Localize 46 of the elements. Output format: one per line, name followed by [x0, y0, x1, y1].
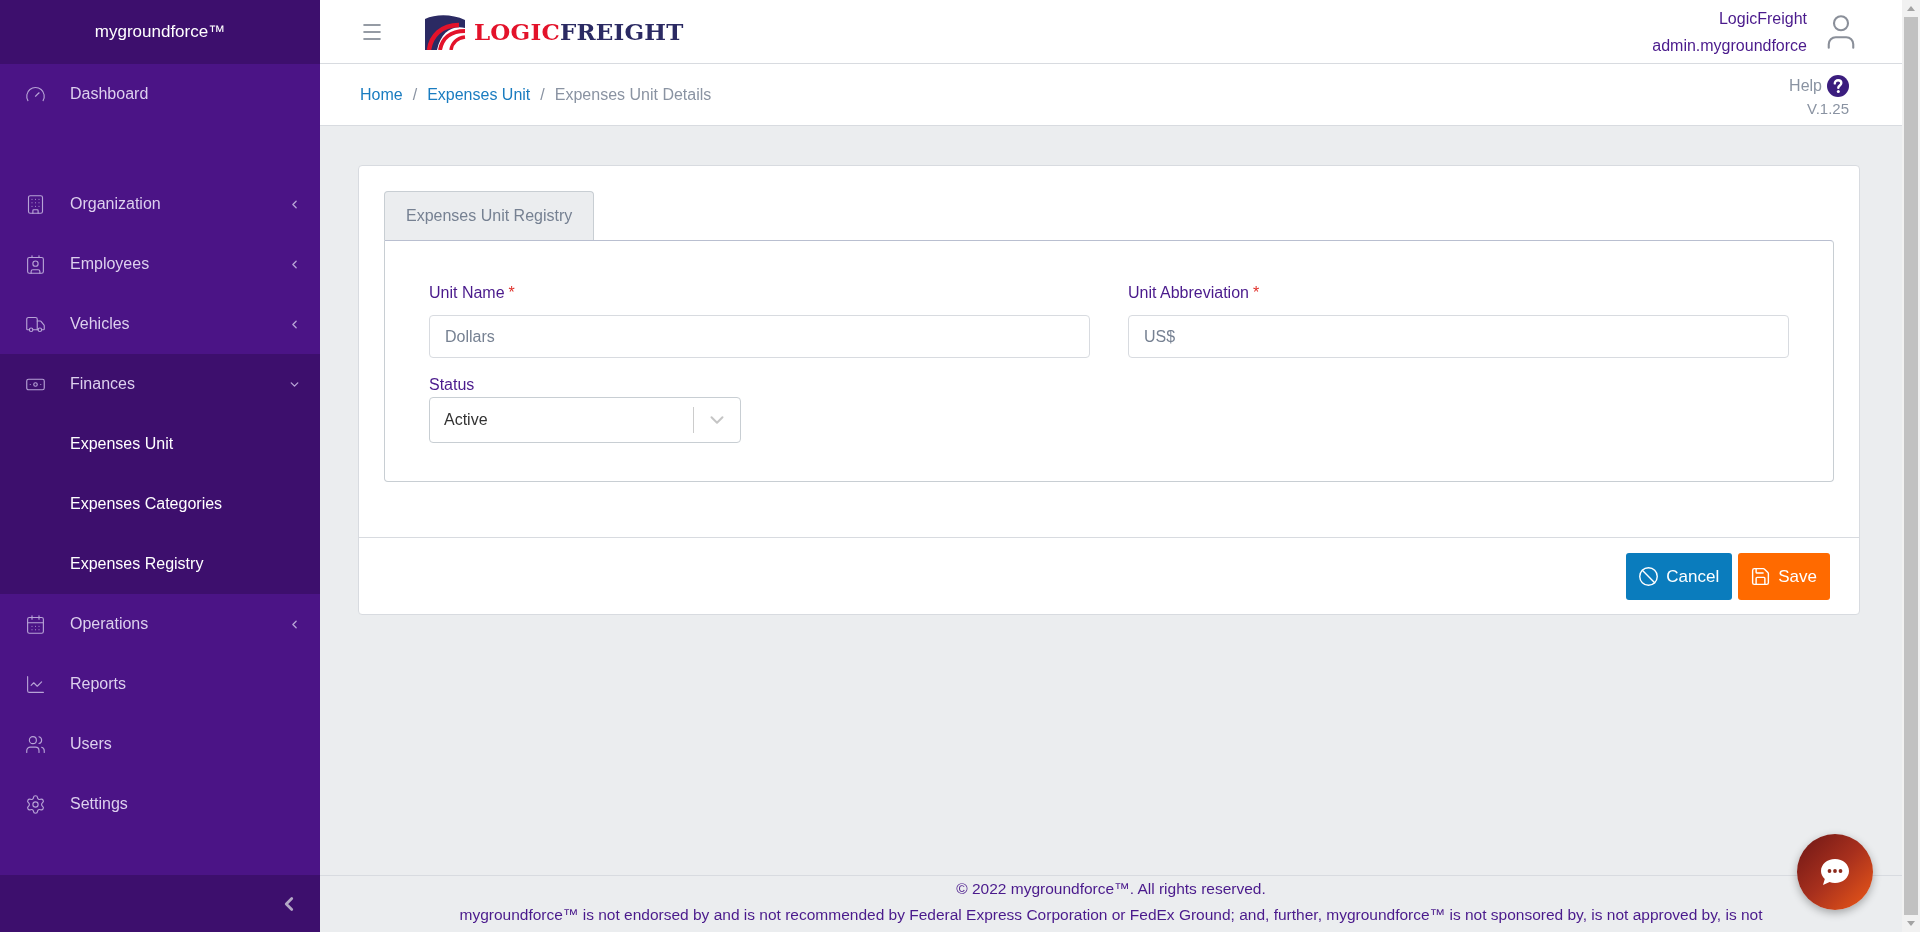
text-input[interactable]: Dollars [429, 315, 1090, 358]
sidebar-item[interactable]: Organization [0, 174, 320, 234]
sidebar-subitem[interactable]: Expenses Categories [0, 474, 320, 534]
copyright-text: © 2022 mygroundforce™. All rights reserved. [956, 879, 1266, 899]
field-label: Status [429, 375, 476, 395]
logo-icon [422, 13, 466, 50]
company-name: LogicFreight [1718, 8, 1807, 29]
breadcrumb-current: Expenses Unit Details [554, 85, 712, 104]
settings-icon [25, 793, 46, 815]
sidebar-subitem[interactable]: Expenses Unit [0, 414, 320, 474]
field-label: Unit Abbreviation * [1128, 283, 1261, 303]
scrollbar[interactable] [1902, 0, 1920, 932]
save-icon [1750, 566, 1772, 587]
sidebar-item[interactable]: Vehicles [0, 294, 320, 354]
line-chart-icon [25, 673, 46, 695]
help-icon [1827, 74, 1849, 97]
sidebar-item[interactable]: Settings [0, 774, 320, 834]
ban-icon [1638, 566, 1660, 587]
brand-name: mygroundforce™ [94, 22, 226, 42]
calendar-icon [25, 613, 46, 635]
status-select[interactable]: Active [429, 397, 741, 443]
sidebar-item[interactable]: Users [0, 714, 320, 774]
disclaimer-text: mygroundforce™ is not endorsed by and is not recommended by Federal Express Corporation or FedEx Ground; and, further, mygroundforce™ is not sponsored by, is not approved by, is not [459, 905, 1763, 925]
sidebar-item[interactable]: Reports [0, 654, 320, 714]
chat-bubble-icon [1820, 858, 1850, 886]
sidebar-item[interactable]: Operations [0, 594, 320, 654]
scrollbar-thumb[interactable] [1904, 17, 1918, 915]
breadcrumb-link[interactable]: Home [360, 85, 403, 104]
breadcrumb-separator: / [412, 85, 418, 104]
sidebar-item[interactable]: Finances [0, 354, 320, 414]
version-label: V.1.25 [1807, 99, 1849, 117]
cancel-button[interactable]: Cancel [1626, 553, 1733, 600]
breadcrumb-link[interactable]: Expenses Unit [427, 85, 531, 104]
text-input[interactable]: US$ [1128, 315, 1789, 358]
field-label: Unit Name * [429, 283, 516, 303]
sidebar-item[interactable]: Dashboard [0, 64, 320, 124]
caret-up-icon [1907, 6, 1915, 11]
contact-card-icon [25, 253, 46, 275]
sidebar-subitem[interactable]: Expenses Registry [0, 534, 320, 594]
breadcrumb-separator: / [540, 85, 545, 104]
username: admin.mygroundforce [1652, 35, 1807, 56]
caret-down-icon [1907, 921, 1915, 926]
logo-text: LOGICFREIGHT [474, 18, 684, 45]
sidebar-item[interactable]: Employees [0, 234, 320, 294]
users-icon [25, 733, 46, 755]
building-icon [25, 193, 46, 215]
